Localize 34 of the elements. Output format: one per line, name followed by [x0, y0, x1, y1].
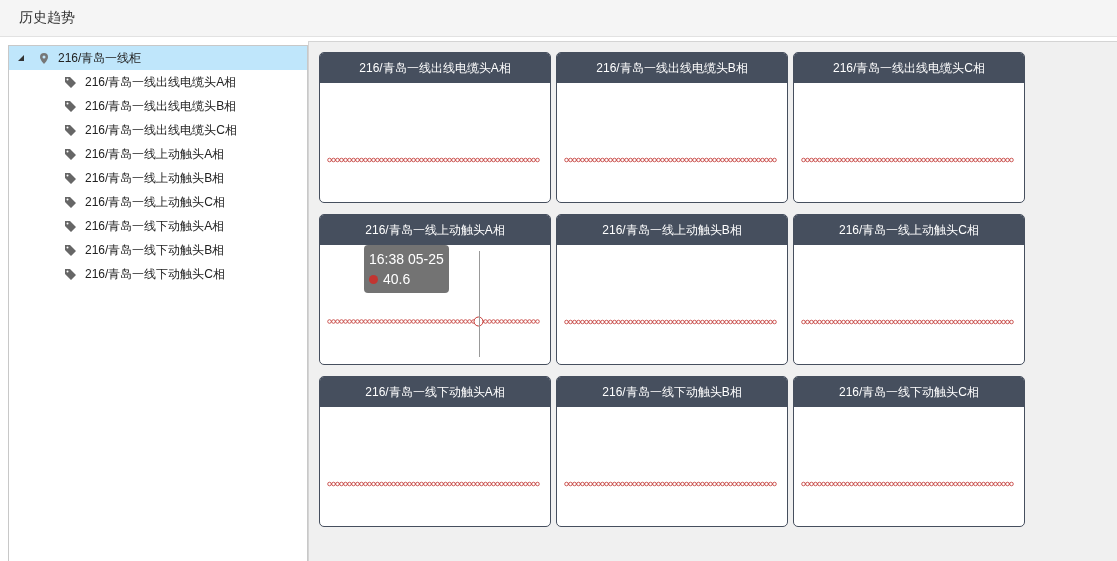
tree-item[interactable]: 216/青岛一线上动触头B相 [9, 166, 307, 190]
card-title: 216/青岛一线上动触头C相 [794, 215, 1024, 245]
tree-item[interactable]: 216/青岛一线出线电缆头B相 [9, 94, 307, 118]
tree-item[interactable]: 216/青岛一线下动触头B相 [9, 238, 307, 262]
tag-icon [65, 196, 76, 208]
card-title: 216/青岛一线下动触头A相 [320, 377, 550, 407]
card-title: 216/青岛一线出线电缆头C相 [794, 53, 1024, 83]
card-title: 216/青岛一线下动触头C相 [794, 377, 1024, 407]
tooltip-time: 16:38 05-25 [369, 250, 444, 269]
tree-item[interactable]: 216/青岛一线柜 [9, 46, 307, 70]
page-title: 历史趋势 [19, 9, 75, 27]
card-title: 216/青岛一线上动触头A相 [320, 215, 550, 245]
tree-item[interactable]: 216/青岛一线出线电缆头A相 [9, 70, 307, 94]
tag-icon [65, 76, 76, 88]
tree-item[interactable]: 216/青岛一线下动触头A相 [9, 214, 307, 238]
tag-icon [65, 124, 76, 136]
tag-icon [65, 244, 76, 256]
tag-icon [65, 100, 76, 112]
series-dot [369, 274, 378, 284]
tag-icon [65, 220, 76, 232]
tree-item[interactable]: 216/青岛一线上动触头A相 [9, 142, 307, 166]
expand-caret-icon[interactable] [17, 54, 25, 62]
tooltip-value: 40.6 [383, 270, 411, 289]
tree-item[interactable]: 216/青岛一线下动触头C相 [9, 262, 307, 286]
tree-item[interactable]: 216/青岛一线出线电缆头C相 [9, 118, 307, 142]
tree-item[interactable]: 216/青岛一线上动触头C相 [9, 190, 307, 214]
card-title: 216/青岛一线下动触头B相 [557, 377, 787, 407]
tag-icon [65, 148, 76, 160]
tag-icon [65, 172, 76, 184]
card-title: 216/青岛一线出线电缆头B相 [557, 53, 787, 83]
tag-icon [65, 268, 76, 280]
location-pin-icon [40, 52, 48, 64]
card-title: 216/青岛一线上动触头B相 [557, 215, 787, 245]
card-title: 216/青岛一线出线电缆头A相 [320, 53, 550, 83]
